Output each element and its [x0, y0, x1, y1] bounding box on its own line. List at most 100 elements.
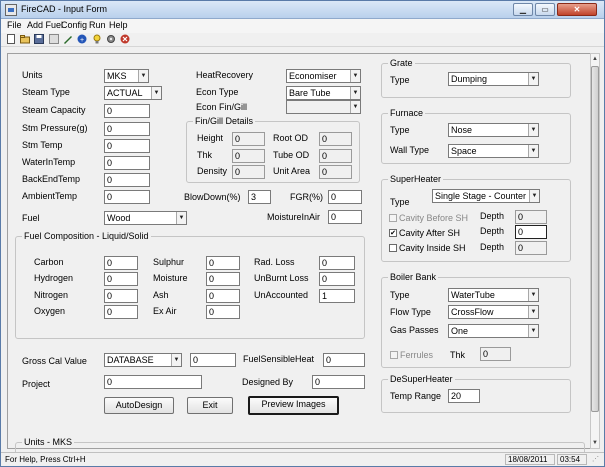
scroll-down-icon[interactable]: ▼	[591, 438, 599, 448]
carbon-input[interactable]: 0	[104, 256, 138, 270]
chevron-down-icon: ▼	[528, 306, 538, 318]
ferrules-checkbox[interactable]	[390, 351, 398, 359]
fuel-select[interactable]: Wood ▼	[104, 211, 187, 225]
water-in-temp-input[interactable]: 0	[104, 156, 150, 170]
chevron-down-icon: ▼	[528, 145, 538, 157]
oxygen-label: Oxygen	[34, 306, 66, 316]
resize-grip-icon[interactable]: ⋰	[592, 454, 599, 465]
cavity-after-sh-checkbox[interactable]: ✔	[389, 229, 397, 237]
sh-type-select[interactable]: Single Stage - Counter ▼	[432, 189, 540, 203]
wall-type-select[interactable]: Space ▼	[448, 144, 539, 158]
menu-run[interactable]: Run	[89, 20, 106, 30]
chevron-down-icon: ▼	[138, 70, 148, 82]
oxygen-input[interactable]: 0	[104, 305, 138, 319]
ex-air-label: Ex Air	[153, 306, 177, 316]
steam-type-select[interactable]: ACTUAL ▼	[104, 86, 162, 100]
heat-recovery-select[interactable]: Economiser ▼	[286, 69, 361, 83]
fgr-input[interactable]: 0	[328, 190, 362, 204]
water-in-temp-label: WaterInTemp	[22, 157, 76, 167]
tools-icon[interactable]	[49, 34, 59, 44]
hydrogen-label: Hydrogen	[34, 273, 74, 283]
unburnt-loss-input[interactable]: 0	[319, 272, 355, 286]
bb-type-select[interactable]: WaterTube ▼	[448, 288, 539, 302]
moisture-in-air-input[interactable]: 0	[328, 210, 362, 224]
blowdown-input[interactable]: 3	[248, 190, 271, 204]
cavity-before-depth-input[interactable]: 0	[515, 210, 547, 224]
menu-file[interactable]: File	[7, 20, 22, 30]
steam-capacity-label: Steam Capacity	[22, 105, 86, 115]
auto-design-button[interactable]: AutoDesign	[104, 397, 174, 414]
cavity-after-depth-input[interactable]: 0	[515, 225, 547, 239]
fuel-sensible-heat-input[interactable]: 0	[323, 353, 365, 367]
chevron-down-icon: ▼	[176, 212, 186, 224]
stop-icon[interactable]	[120, 34, 130, 44]
menu-config[interactable]: Config	[61, 20, 87, 30]
vertical-scrollbar[interactable]: ▲ ▼	[590, 53, 600, 449]
exit-button[interactable]: Exit	[187, 397, 233, 414]
gcv-value-input[interactable]: 0	[190, 353, 236, 367]
gcv-select[interactable]: DATABASE ▼	[104, 353, 182, 367]
stm-temp-input[interactable]: 0	[104, 139, 150, 153]
project-input[interactable]: 0	[104, 375, 202, 389]
title-bar[interactable]: FireCAD - Input Form ▁ ▭ ✕	[1, 1, 604, 19]
menu-add-fuel[interactable]: Add Fuel	[27, 20, 63, 30]
ex-air-input[interactable]: 0	[206, 305, 240, 319]
pen-icon[interactable]	[63, 34, 73, 44]
app-icon[interactable]	[5, 4, 17, 16]
temp-range-input[interactable]: 20	[448, 389, 480, 403]
rad-loss-input[interactable]: 0	[319, 256, 355, 270]
flow-type-select[interactable]: CrossFlow ▼	[448, 305, 539, 319]
stm-pressure-input[interactable]: 0	[104, 122, 150, 136]
furnace-type-select[interactable]: Nose ▼	[448, 123, 539, 137]
menu-help[interactable]: Help	[109, 20, 128, 30]
new-icon[interactable]	[6, 34, 16, 44]
steam-capacity-input[interactable]: 0	[104, 104, 150, 118]
fgr-label: FGR(%)	[290, 192, 323, 202]
ash-input[interactable]: 0	[206, 289, 240, 303]
econ-type-select[interactable]: Bare Tube ▼	[286, 86, 361, 100]
unit-area-input[interactable]: 0	[319, 165, 352, 179]
cavity-inside-depth-input[interactable]: 0	[515, 241, 547, 255]
unaccounted-input[interactable]: 1	[319, 289, 355, 303]
minimize-button[interactable]: ▁	[513, 3, 533, 16]
moisture-input[interactable]: 0	[206, 272, 240, 286]
chevron-down-icon: ▼	[350, 87, 360, 99]
svg-text:+: +	[80, 37, 84, 44]
fuel-composition-title: Fuel Composition - Liquid/Solid	[22, 231, 151, 242]
tube-od-input[interactable]: 0	[319, 149, 352, 163]
fin-density-input[interactable]: 0	[232, 165, 265, 179]
gear-icon[interactable]	[106, 34, 116, 44]
bb-thk-input[interactable]: 0	[480, 347, 511, 361]
grate-type-select[interactable]: Dumping ▼	[448, 72, 539, 86]
cavity-before-sh-checkbox[interactable]	[389, 214, 397, 222]
fin-thk-input[interactable]: 0	[232, 149, 265, 163]
window-title: FireCAD - Input Form	[21, 4, 108, 14]
cavity-inside-depth-label: Depth	[480, 242, 505, 252]
designed-by-input[interactable]: 0	[312, 375, 365, 389]
menu-bar: File Add Fuel Config Run Help	[1, 19, 604, 33]
preview-images-button[interactable]: Preview Images	[248, 396, 339, 415]
fin-height-input[interactable]: 0	[232, 132, 265, 146]
close-button[interactable]: ✕	[557, 3, 597, 16]
sulphur-input[interactable]: 0	[206, 256, 240, 270]
root-od-input[interactable]: 0	[319, 132, 352, 146]
ambient-temp-label: AmbientTemp	[22, 191, 78, 201]
stm-pressure-label: Stm Pressure(g)	[22, 123, 88, 133]
econ-fin-gill-select[interactable]: ▼	[286, 100, 361, 114]
cavity-inside-sh-checkbox[interactable]	[389, 244, 397, 252]
back-end-temp-label: BackEndTemp	[22, 174, 81, 184]
gas-passes-select[interactable]: One ▼	[448, 324, 539, 338]
back-end-temp-input[interactable]: 0	[104, 173, 150, 187]
units-select[interactable]: MKS ▼	[104, 69, 149, 83]
ambient-temp-input[interactable]: 0	[104, 190, 150, 204]
hydrogen-input[interactable]: 0	[104, 272, 138, 286]
nitrogen-input[interactable]: 0	[104, 289, 138, 303]
tube-od-label: Tube OD	[273, 150, 310, 160]
scroll-thumb[interactable]	[591, 66, 599, 412]
save-icon[interactable]	[34, 34, 44, 44]
help-circle-icon[interactable]: +	[77, 34, 87, 44]
maximize-button[interactable]: ▭	[535, 3, 555, 16]
open-icon[interactable]	[20, 34, 30, 44]
scroll-up-icon[interactable]: ▲	[591, 54, 599, 64]
lightbulb-icon[interactable]	[92, 34, 102, 44]
